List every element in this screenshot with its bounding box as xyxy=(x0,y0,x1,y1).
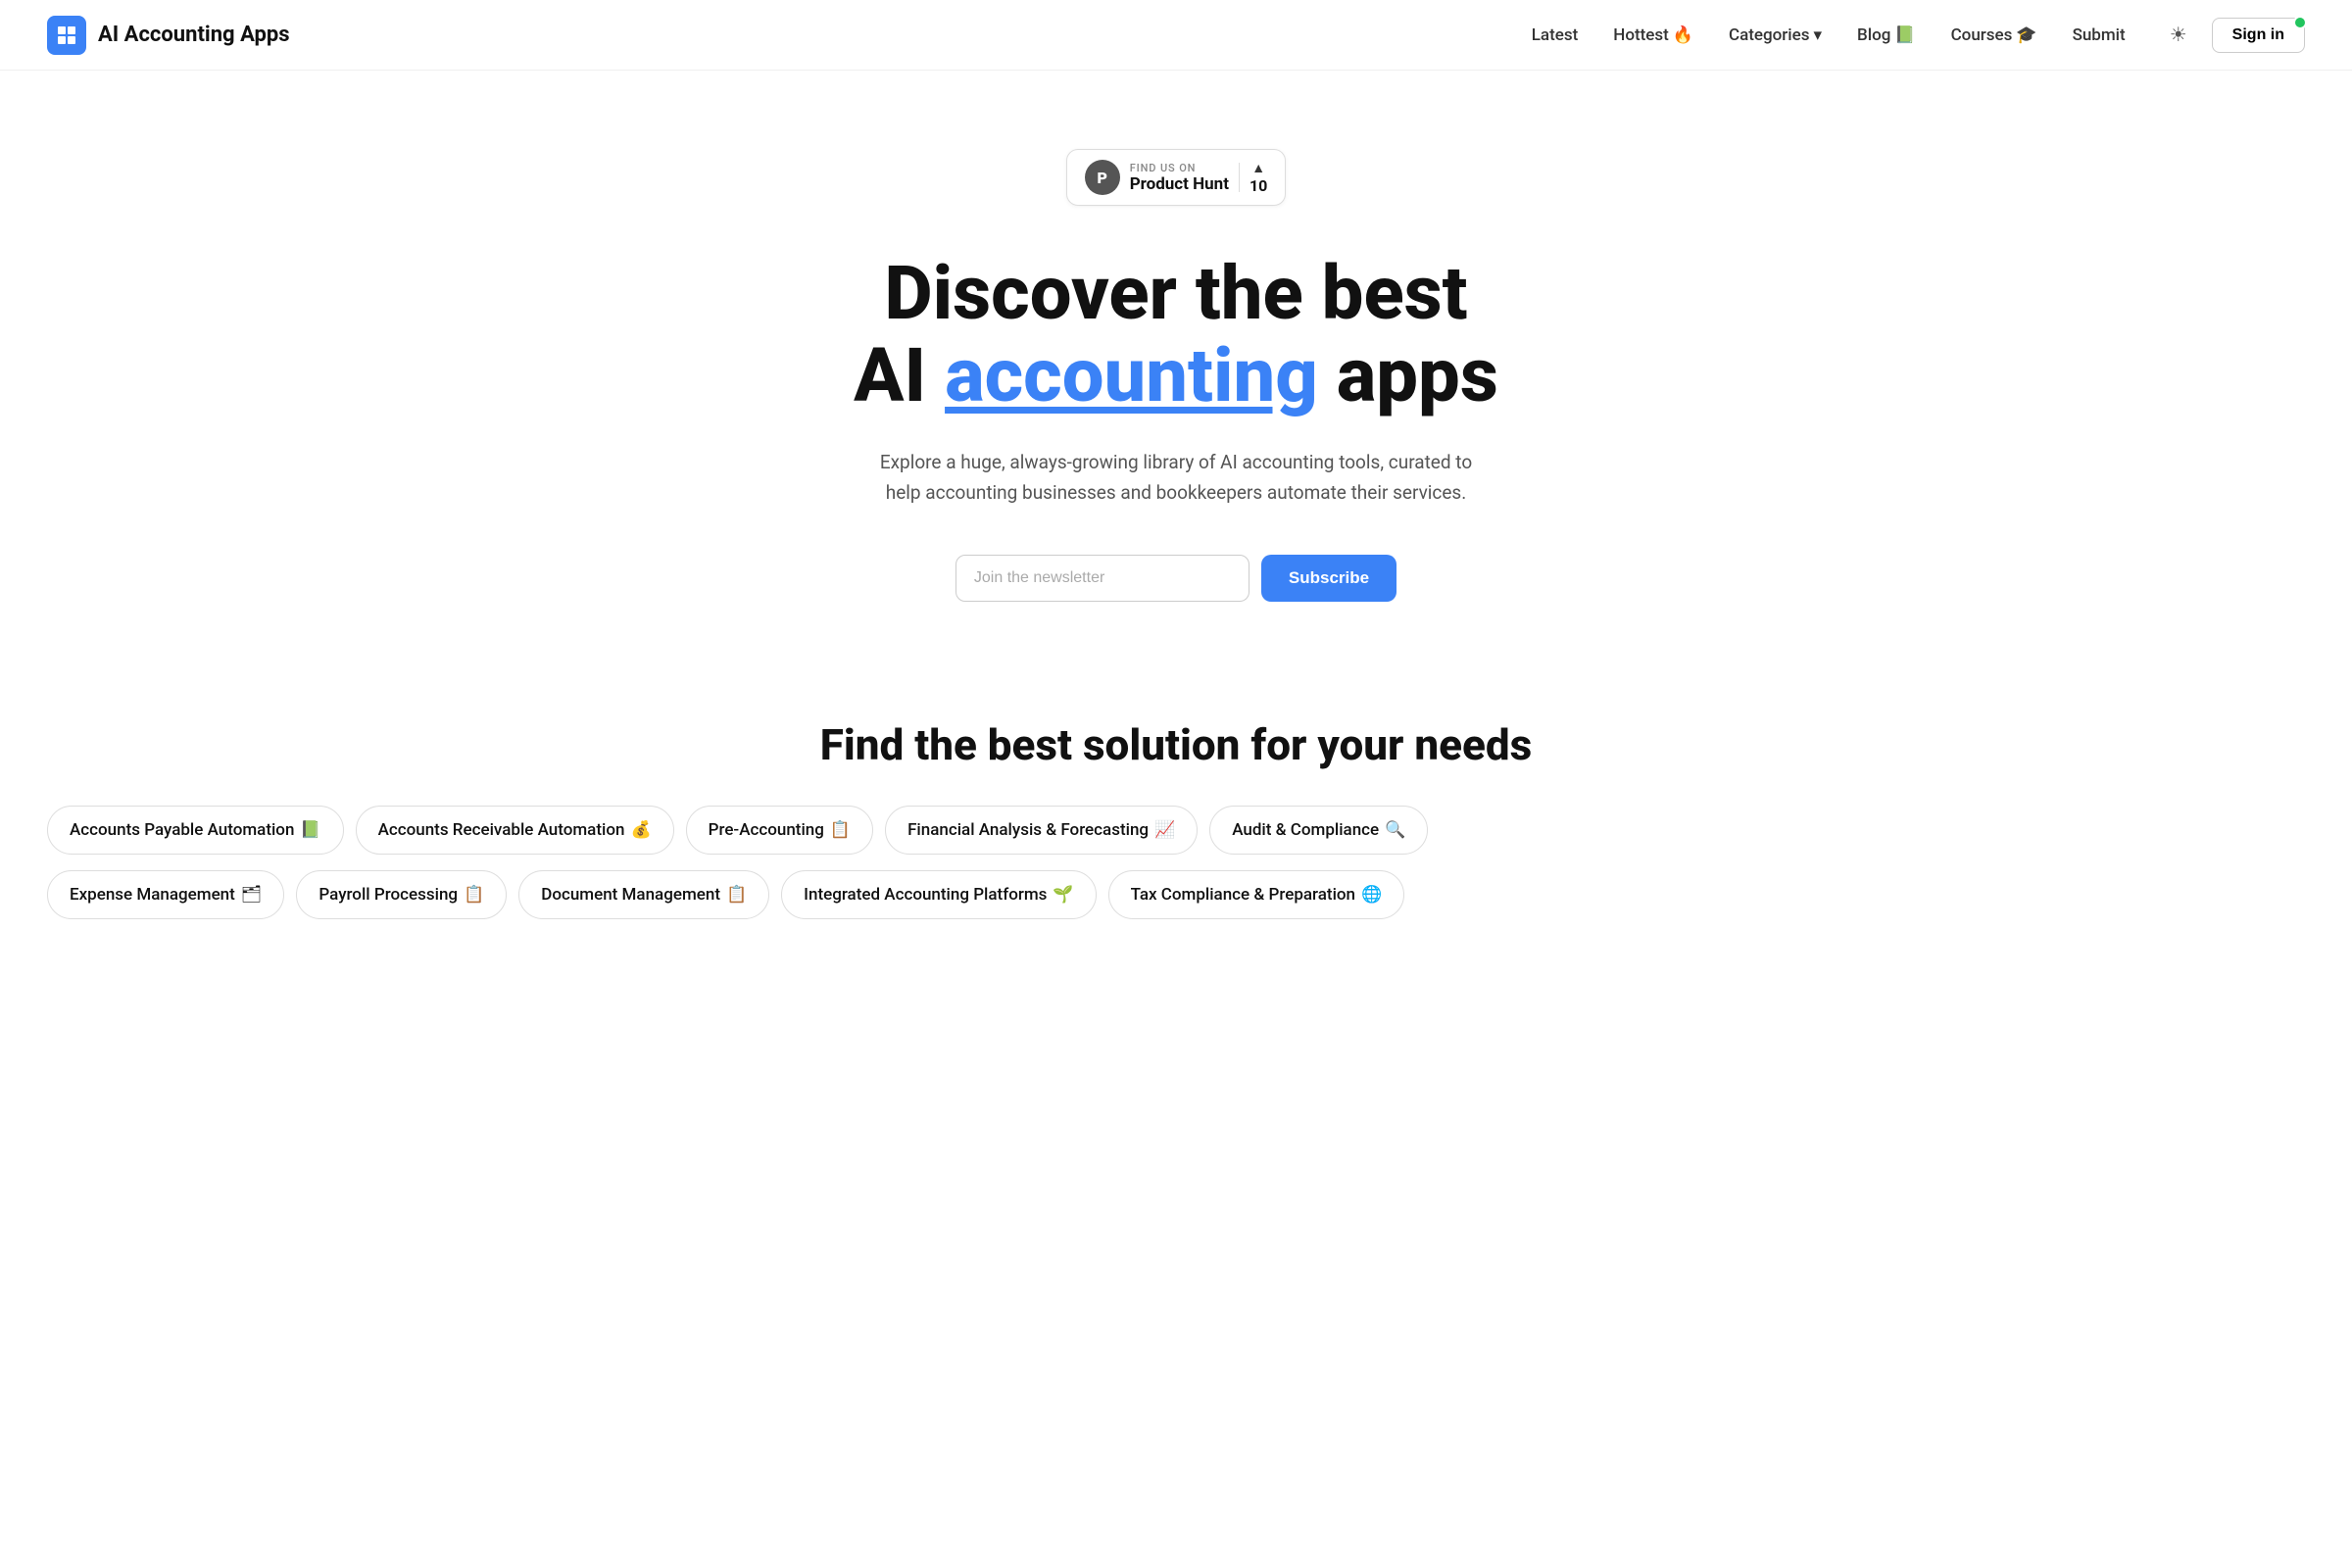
product-hunt-badge[interactable]: P FIND US ON Product Hunt ▲ 10 xyxy=(1066,149,1287,206)
solutions-title: Find the best solution for your needs xyxy=(47,719,2305,770)
newsletter-input[interactable] xyxy=(956,555,1250,602)
nav-latest[interactable]: Latest xyxy=(1532,25,1579,45)
cat-integrated-platforms[interactable]: Integrated Accounting Platforms 🌱 xyxy=(781,870,1096,919)
nav-courses[interactable]: Courses 🎓 xyxy=(1951,25,2037,45)
sun-icon: ☀ xyxy=(2170,23,2187,47)
cat-financial-analysis[interactable]: Financial Analysis & Forecasting 📈 xyxy=(885,806,1198,855)
product-hunt-text: FIND US ON Product Hunt xyxy=(1130,162,1229,194)
hero-subtitle: Explore a huge, always-growing library o… xyxy=(862,448,1490,508)
theme-toggle-button[interactable]: ☀ xyxy=(2161,18,2196,53)
ph-divider xyxy=(1239,163,1240,192)
product-hunt-icon: P xyxy=(1085,160,1120,195)
main-nav: Latest Hottest 🔥 Categories ▾ Blog 📗 Cou… xyxy=(1532,25,2126,45)
categories-row-2: Expense Management 🗂 Payroll Processing … xyxy=(47,870,2305,935)
cat-pre-accounting[interactable]: Pre-Accounting 📋 xyxy=(686,806,873,855)
chevron-down-icon: ▾ xyxy=(1814,25,1823,45)
logo-text: AI Accounting Apps xyxy=(98,23,290,47)
hero-section: P FIND US ON Product Hunt ▲ 10 Discover … xyxy=(0,71,2352,661)
nav-hottest[interactable]: Hottest 🔥 xyxy=(1613,25,1693,45)
cat-audit-compliance[interactable]: Audit & Compliance 🔍 xyxy=(1209,806,1428,855)
logo-icon xyxy=(47,16,86,55)
nav-categories[interactable]: Categories ▾ xyxy=(1729,25,1822,45)
newsletter-form: Subscribe xyxy=(956,555,1396,602)
cat-expense-management[interactable]: Expense Management 🗂 xyxy=(47,870,284,919)
ph-votes: ▲ 10 xyxy=(1250,160,1267,195)
categories-row-1: Accounts Payable Automation 📗 Accounts R… xyxy=(47,806,2305,870)
upvote-arrow-icon: ▲ xyxy=(1251,160,1265,176)
sign-in-button[interactable]: Sign in xyxy=(2212,18,2305,53)
cat-accounts-payable[interactable]: Accounts Payable Automation 📗 xyxy=(47,806,344,855)
cat-document-management[interactable]: Document Management 📋 xyxy=(518,870,769,919)
logo[interactable]: AI Accounting Apps xyxy=(47,16,290,55)
solutions-section: Find the best solution for your needs Ac… xyxy=(0,661,2352,964)
cat-payroll-processing[interactable]: Payroll Processing 📋 xyxy=(296,870,507,919)
header-actions: ☀ Sign in xyxy=(2161,18,2305,53)
hero-title: Discover the best AI accounting apps xyxy=(854,253,1498,416)
subscribe-button[interactable]: Subscribe xyxy=(1261,555,1396,602)
nav-blog[interactable]: Blog 📗 xyxy=(1857,25,1916,45)
cat-accounts-receivable[interactable]: Accounts Receivable Automation 💰 xyxy=(356,806,674,855)
nav-submit[interactable]: Submit xyxy=(2073,25,2126,45)
cat-tax-compliance[interactable]: Tax Compliance & Preparation 🌐 xyxy=(1108,870,1405,919)
